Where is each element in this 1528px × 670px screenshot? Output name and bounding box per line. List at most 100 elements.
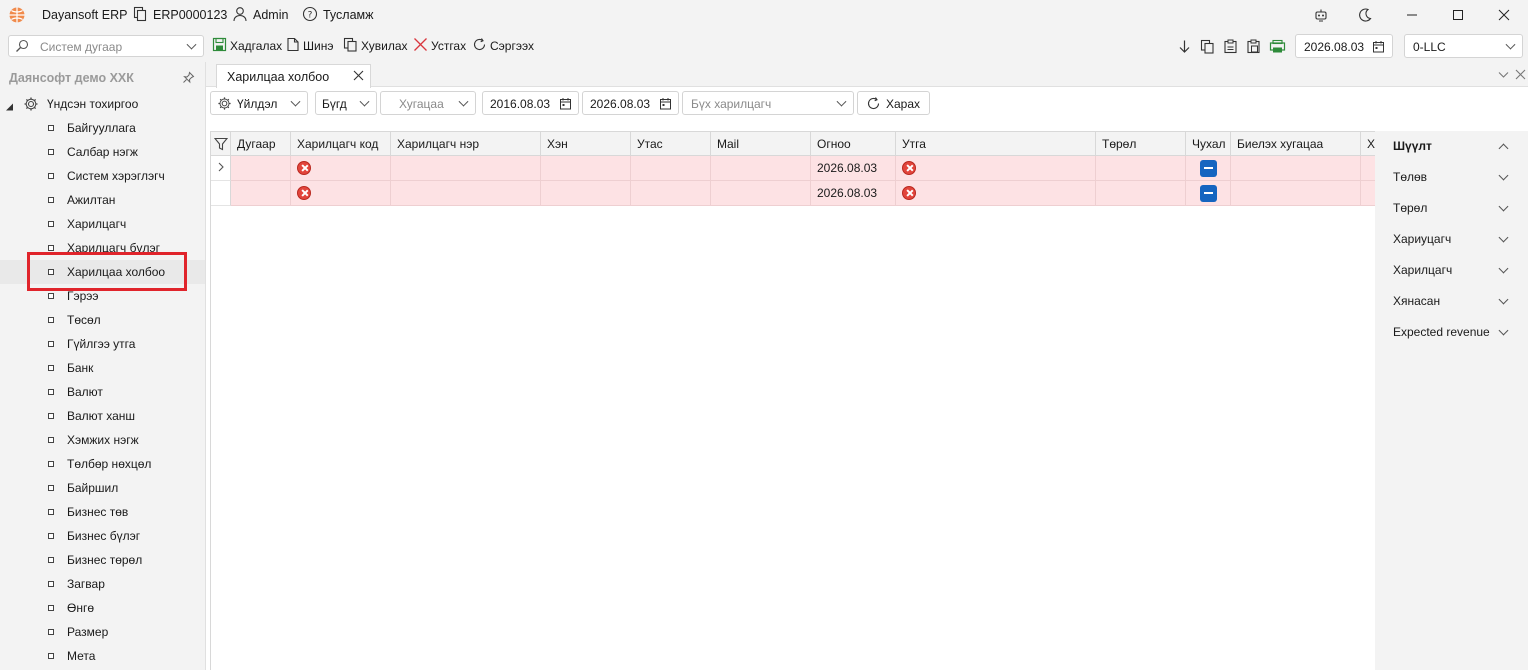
- cell-type[interactable]: [1096, 156, 1186, 181]
- cell-important[interactable]: [1186, 181, 1231, 206]
- tree-root-basic-settings[interactable]: Үндсэн тохиргоо: [0, 92, 205, 116]
- cell-partner-name[interactable]: [391, 156, 541, 181]
- period-dropdown[interactable]: Хугацаа: [380, 91, 476, 115]
- tabs-overflow-chevron-icon[interactable]: [1498, 69, 1509, 83]
- column-filter-icon[interactable]: [211, 132, 231, 156]
- sidebar-item[interactable]: Загвар: [0, 572, 205, 596]
- cell-date[interactable]: 2026.08.03: [811, 156, 896, 181]
- sidebar-item[interactable]: Салбар нэгж: [0, 140, 205, 164]
- sidebar-item[interactable]: Хэмжих нэгж: [0, 428, 205, 452]
- cell-mail[interactable]: [711, 156, 811, 181]
- download-icon[interactable]: [1177, 35, 1192, 57]
- printer-icon[interactable]: [1269, 35, 1286, 57]
- filter-section[interactable]: Хянасан: [1393, 291, 1511, 311]
- filter-section[interactable]: Хариуцагч: [1393, 229, 1511, 249]
- filter-section[interactable]: Expected revenue: [1393, 322, 1511, 342]
- partner-dropdown[interactable]: Бүх харилцагч: [682, 91, 854, 115]
- cell-date[interactable]: 2026.08.03: [811, 181, 896, 206]
- table-row[interactable]: 2026.08.03: [211, 156, 1381, 181]
- system-number-search[interactable]: Систем дугаар: [8, 35, 204, 57]
- moon-icon[interactable]: [1342, 0, 1388, 30]
- view-button[interactable]: Харах: [857, 91, 930, 115]
- pin-icon[interactable]: [182, 71, 195, 87]
- column-header-phone[interactable]: Утас: [631, 132, 711, 156]
- minimize-button[interactable]: [1389, 0, 1435, 30]
- sidebar-item[interactable]: Банк: [0, 356, 205, 380]
- sidebar-item[interactable]: Мета: [0, 644, 205, 668]
- cell-phone[interactable]: [631, 181, 711, 206]
- sidebar-item[interactable]: Төлбөр нөхцөл: [0, 452, 205, 476]
- sidebar-item[interactable]: Валют: [0, 380, 205, 404]
- table-row[interactable]: 2026.08.03: [211, 181, 1381, 206]
- help-menu[interactable]: ? Тусламж: [302, 0, 374, 30]
- sidebar-item[interactable]: Систем хэрэглэгч: [0, 164, 205, 188]
- all-dropdown[interactable]: Бүгд: [315, 91, 377, 115]
- tree-expand-icon[interactable]: [6, 100, 14, 114]
- column-header-due[interactable]: Биелэх хугацаа: [1231, 132, 1361, 156]
- important-checkbox[interactable]: [1199, 159, 1217, 177]
- filter-section[interactable]: Төрөл: [1393, 198, 1511, 218]
- filter-section[interactable]: Шүүлт: [1393, 136, 1511, 156]
- cell-type[interactable]: [1096, 181, 1186, 206]
- cell-phone[interactable]: [631, 156, 711, 181]
- save-button[interactable]: Хадгалах: [212, 35, 282, 57]
- column-header-date[interactable]: Огноо: [811, 132, 896, 156]
- sidebar-item[interactable]: Размер: [0, 620, 205, 644]
- column-header-partner-name[interactable]: Харилцагч нэр: [391, 132, 541, 156]
- clipboard-icon[interactable]: [1223, 35, 1238, 57]
- column-header-important[interactable]: Чухал: [1186, 132, 1231, 156]
- action-dropdown[interactable]: Үйлдэл: [210, 91, 308, 115]
- column-header-who[interactable]: Хэн: [541, 132, 631, 156]
- row-indicator[interactable]: [211, 156, 231, 181]
- cell-value[interactable]: [896, 181, 1096, 206]
- sidebar-item[interactable]: Байршил: [0, 476, 205, 500]
- sidebar-item[interactable]: Гүйлгээ утга: [0, 332, 205, 356]
- column-header-type[interactable]: Төрөл: [1096, 132, 1186, 156]
- sidebar-item[interactable]: Бизнес төв: [0, 500, 205, 524]
- user-menu[interactable]: Admin: [232, 0, 288, 30]
- column-header-partner-code[interactable]: Харилцагч код: [291, 132, 391, 156]
- robot-icon[interactable]: [1298, 0, 1344, 30]
- sidebar-item[interactable]: Бизнес төрөл: [0, 548, 205, 572]
- cell-value[interactable]: [896, 156, 1096, 181]
- row-indicator[interactable]: [211, 181, 231, 206]
- important-checkbox[interactable]: [1199, 184, 1217, 202]
- sidebar-item[interactable]: Ажилтан: [0, 188, 205, 212]
- company-select[interactable]: 0-LLC: [1404, 34, 1523, 58]
- sidebar-item[interactable]: Байгууллага: [0, 116, 205, 140]
- sidebar-item[interactable]: Валют ханш: [0, 404, 205, 428]
- filter-section[interactable]: Төлөв: [1393, 167, 1511, 187]
- delete-button[interactable]: Устгах: [413, 35, 466, 57]
- cell-who[interactable]: [541, 181, 631, 206]
- cell-due[interactable]: [1231, 181, 1361, 206]
- close-all-tabs-icon[interactable]: [1515, 69, 1526, 83]
- toolbar-date-picker[interactable]: 2026.08.03: [1295, 34, 1393, 58]
- date-from-picker[interactable]: 2016.08.03: [482, 91, 579, 115]
- column-header-number[interactable]: Дугаар: [231, 132, 291, 156]
- sidebar-item[interactable]: Өнгө: [0, 596, 205, 620]
- sidebar-item[interactable]: Төсөл: [0, 308, 205, 332]
- date-to-picker[interactable]: 2026.08.03: [582, 91, 679, 115]
- tab-close-icon[interactable]: [353, 70, 364, 84]
- cell-mail[interactable]: [711, 181, 811, 206]
- close-button[interactable]: [1481, 0, 1527, 30]
- new-button[interactable]: Шинэ: [286, 35, 333, 57]
- cell-who[interactable]: [541, 156, 631, 181]
- filter-section[interactable]: Харилцагч: [1393, 260, 1511, 280]
- copy-doc-icon[interactable]: [1200, 35, 1215, 57]
- copy-button[interactable]: Хувилах: [343, 35, 408, 57]
- column-header-value[interactable]: Утга: [896, 132, 1096, 156]
- cell-partner-name[interactable]: [391, 181, 541, 206]
- erp-code-item[interactable]: ERP0000123: [132, 0, 227, 30]
- column-header-mail[interactable]: Mail: [711, 132, 811, 156]
- cell-important[interactable]: [1186, 156, 1231, 181]
- tab-communications[interactable]: Харилцаа холбоо: [216, 64, 371, 88]
- cell-partner-code[interactable]: [291, 181, 391, 206]
- cell-number[interactable]: [231, 181, 291, 206]
- sidebar-item[interactable]: Харилцагч: [0, 212, 205, 236]
- cell-partner-code[interactable]: [291, 156, 391, 181]
- refresh-button[interactable]: Сэргээх: [472, 35, 534, 57]
- sidebar-item[interactable]: Бизнес бүлэг: [0, 524, 205, 548]
- maximize-button[interactable]: [1435, 0, 1481, 30]
- cell-number[interactable]: [231, 156, 291, 181]
